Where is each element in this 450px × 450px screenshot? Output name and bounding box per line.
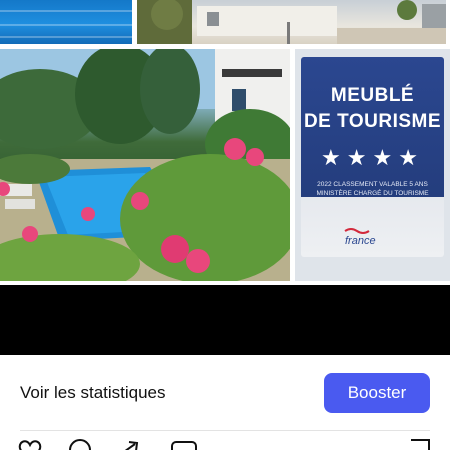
certificate-title-line1: MEUBLÉ <box>330 85 415 106</box>
heart-icon[interactable] <box>16 438 44 450</box>
message-icon[interactable] <box>170 438 198 450</box>
boost-button[interactable]: Booster <box>324 373 430 413</box>
comment-icon[interactable] <box>66 438 94 450</box>
post-photo-grid[interactable]: MEUBLÉ DE TOURISME ★★★★ 2022 CLASSEMENT … <box>0 0 450 290</box>
svg-text:france: france <box>345 235 376 247</box>
bookmark-icon[interactable] <box>406 438 434 450</box>
photo-pool-top[interactable] <box>0 0 132 44</box>
certificate-stars: ★★★★ <box>321 145 424 170</box>
photo-villa-top[interactable] <box>137 0 446 44</box>
france-logo-icon: france <box>344 228 376 247</box>
view-stats-link[interactable]: Voir les statistiques <box>20 383 166 403</box>
post-action-row: Voir les statistiques Booster <box>0 355 450 433</box>
divider <box>20 430 430 431</box>
photo-pool-garden[interactable] <box>0 49 290 281</box>
certificate-plaque: MEUBLÉ DE TOURISME ★★★★ 2022 CLASSEMENT … <box>301 57 444 257</box>
certificate-validity: 2022 CLASSEMENT VALABLE 5 ANS <box>317 181 428 188</box>
media-bottom-band <box>0 285 450 355</box>
photo-certificate[interactable]: MEUBLÉ DE TOURISME ★★★★ 2022 CLASSEMENT … <box>295 49 450 281</box>
share-icon[interactable] <box>117 438 145 450</box>
certificate-title-line2: DE TOURISME <box>303 111 442 132</box>
post-icon-bar <box>0 438 450 450</box>
certificate-ministry: MINISTÈRE CHARGÉ DU TOURISME <box>316 190 429 197</box>
